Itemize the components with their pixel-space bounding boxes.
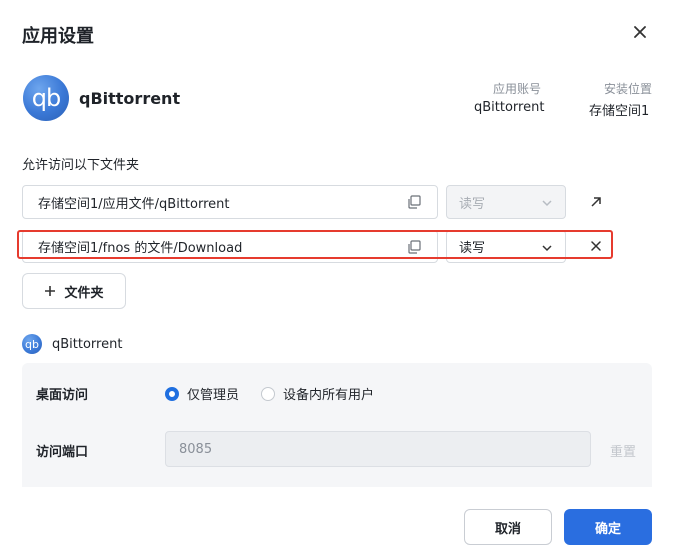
folders-section-label: 允许访问以下文件夹 <box>22 158 140 173</box>
copy-icon[interactable] <box>407 195 421 209</box>
chevron-down-icon <box>542 200 552 207</box>
permission-select: 读写 <box>446 185 566 219</box>
cancel-button[interactable]: 取消 <box>464 509 552 545</box>
port-label: 访问端口 <box>36 445 89 460</box>
radio-checked-icon <box>165 386 179 401</box>
close-icon <box>634 26 646 38</box>
selection-highlight <box>17 230 613 259</box>
access-panel <box>22 363 652 493</box>
add-folder-button[interactable]: 文件夹 <box>22 273 126 309</box>
radio-all-users[interactable]: 设备内所有用户 <box>261 384 374 403</box>
radio-admin-label: 仅管理员 <box>187 388 240 403</box>
add-folder-label: 文件夹 <box>64 285 104 301</box>
folder-path-text: 存储空间1/应用文件/qBittorrent <box>38 196 230 212</box>
reset-button: 重置 <box>610 445 637 460</box>
permission-value: 读写 <box>459 196 486 212</box>
open-folder-button[interactable] <box>586 192 606 212</box>
desktop-access-label: 桌面访问 <box>36 388 89 403</box>
radio-all-label: 设备内所有用户 <box>283 388 375 403</box>
location-label: 安装位置 <box>604 82 653 96</box>
folder-path-field[interactable]: 存储空间1/应用文件/qBittorrent <box>22 185 438 219</box>
port-input: 8085 <box>165 431 591 467</box>
app-small-icon: qb <box>22 334 42 354</box>
access-app-name: qBittorrent <box>52 337 123 352</box>
dialog-title: 应用设置 <box>22 26 94 47</box>
port-value: 8085 <box>179 441 213 457</box>
external-link-icon <box>591 197 601 207</box>
radio-admin-only[interactable]: 仅管理员 <box>165 384 239 403</box>
account-value: qBittorrent <box>474 100 545 115</box>
app-small-icon-text: qb <box>25 337 39 351</box>
confirm-button[interactable]: 确定 <box>564 509 652 545</box>
app-icon: qb <box>23 75 69 121</box>
location-value: 存储空间1 <box>589 104 650 119</box>
radio-unchecked-icon <box>261 386 275 401</box>
account-label: 应用账号 <box>493 82 542 96</box>
plus-icon <box>45 286 56 296</box>
app-icon-text: qb <box>31 84 61 112</box>
close-button[interactable] <box>630 22 650 42</box>
app-name: qBittorrent <box>79 89 181 108</box>
